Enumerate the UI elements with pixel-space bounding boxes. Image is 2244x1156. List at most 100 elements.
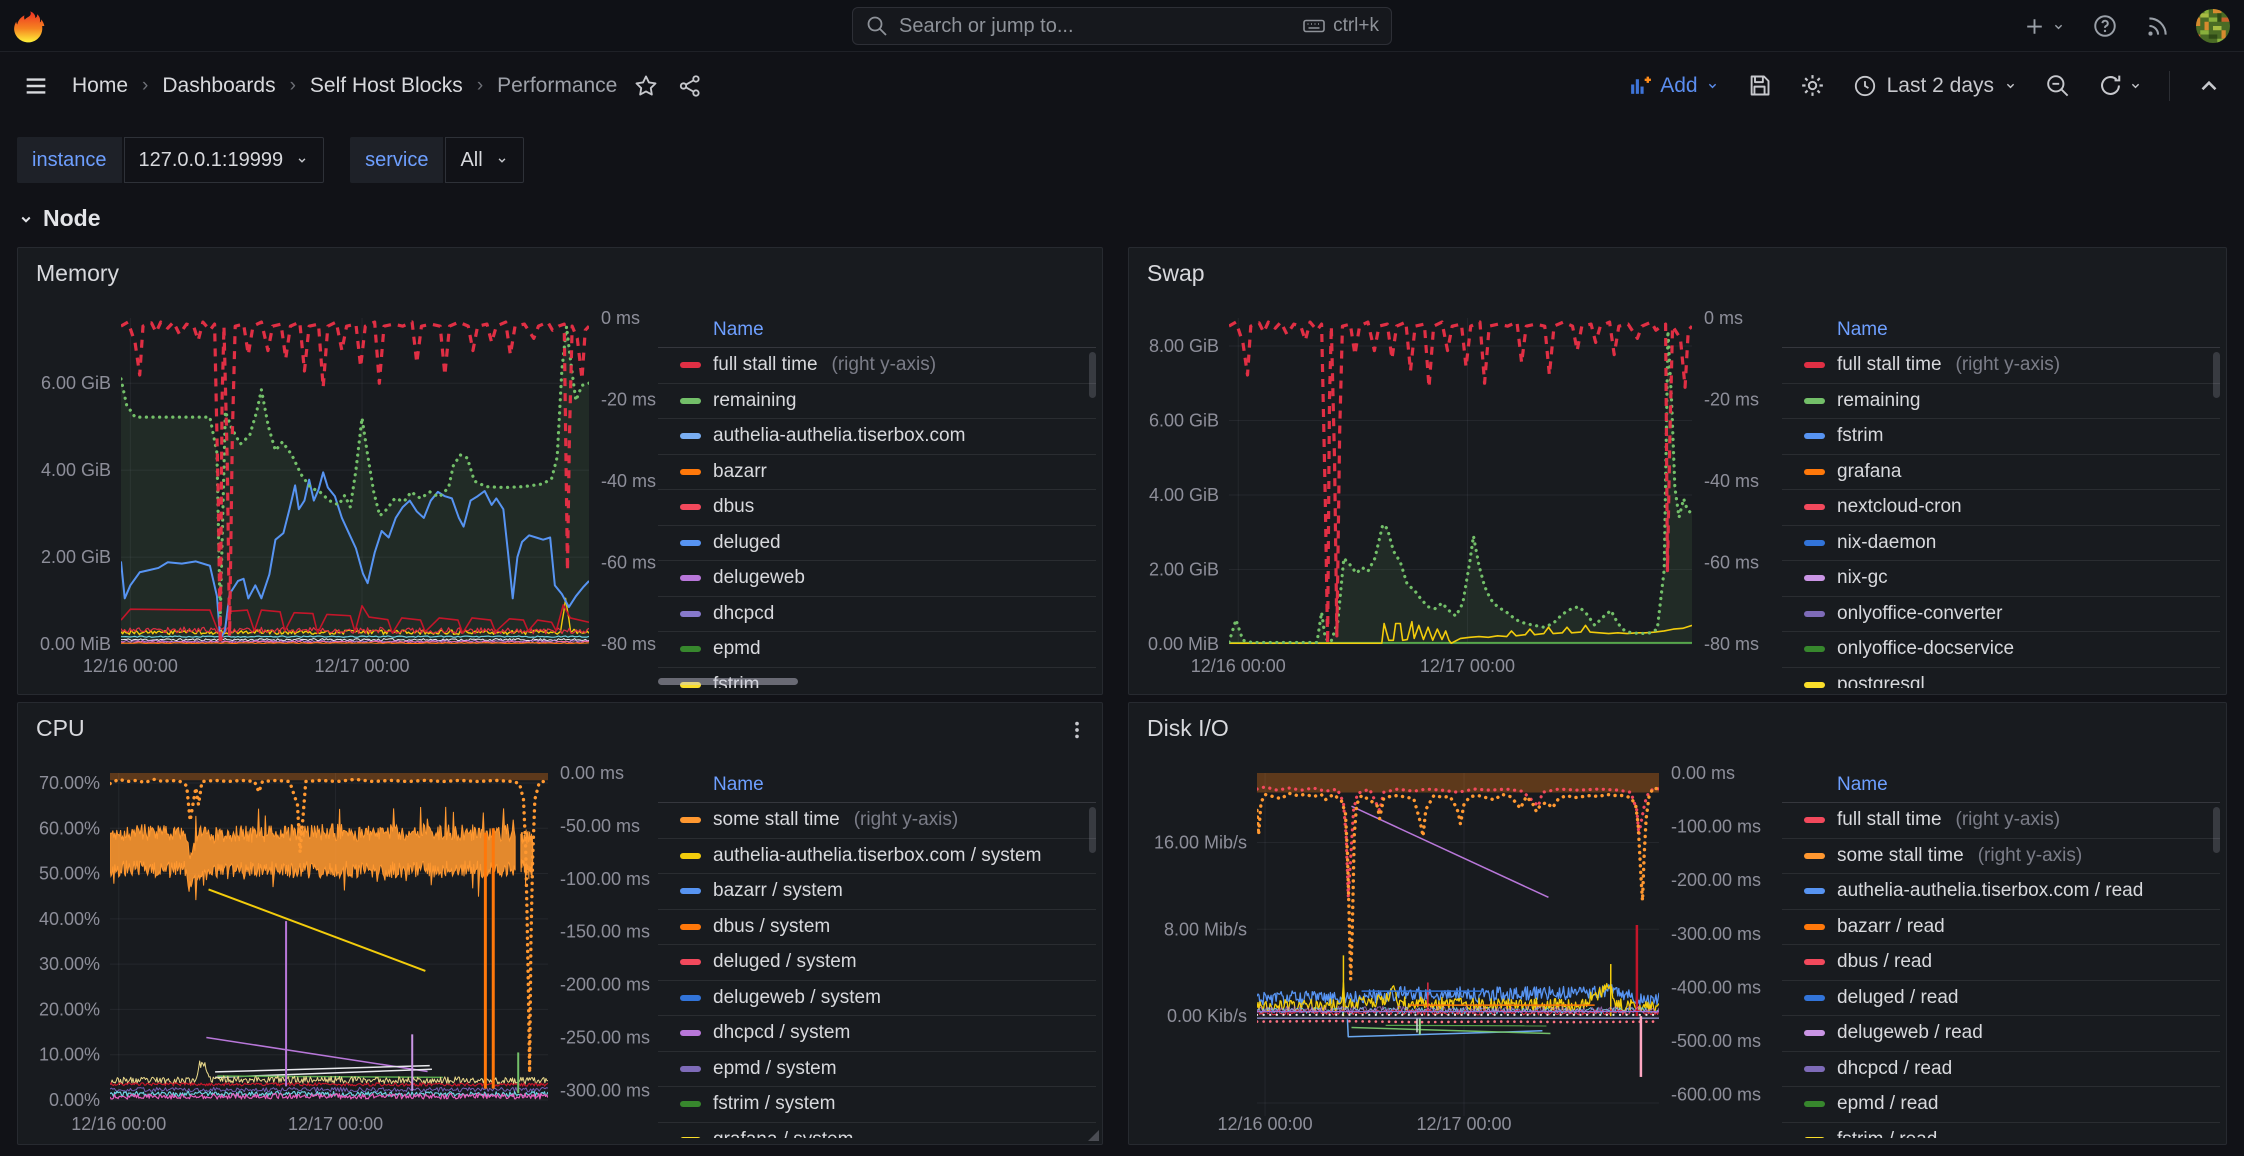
svg-text:40.00%: 40.00% (39, 909, 100, 929)
legend-item[interactable]: some stall time(right y-axis) (1782, 839, 2220, 875)
legend-item-axis-note: (right y-axis) (1956, 809, 2061, 831)
svg-text:12/17 00:00: 12/17 00:00 (1420, 656, 1515, 676)
legend-item[interactable]: deluged (658, 526, 1096, 562)
legend-item-label: delugeweb / read (1837, 1022, 1983, 1044)
legend-item-label: authelia-authelia.tiserbox.com (713, 425, 965, 447)
legend-item[interactable]: epmd / system (658, 1052, 1096, 1088)
add-button[interactable]: Add (1628, 73, 1719, 98)
legend-item[interactable]: nix-gc (1782, 561, 2220, 597)
legend-item[interactable]: delugeweb / system (658, 981, 1096, 1017)
panel-menu-kebab-icon[interactable] (1066, 719, 1088, 741)
breadcrumb-dashboards[interactable]: Dashboards (162, 74, 275, 98)
cpu-chart[interactable]: 70.00%60.00%50.00%40.00%30.00%20.00%10.0… (18, 703, 656, 1145)
legend-item[interactable]: remaining (1782, 384, 2220, 420)
legend-item[interactable]: some stall time(right y-axis) (658, 803, 1096, 839)
legend-item[interactable]: deluged / system (658, 945, 1096, 981)
series-color-marker (1804, 853, 1825, 859)
legend-item[interactable]: delugeweb (658, 561, 1096, 597)
save-icon[interactable] (1746, 72, 1773, 99)
breadcrumb-separator: › (290, 75, 296, 97)
legend-item[interactable]: grafana (1782, 455, 2220, 491)
legend-item[interactable]: remaining (658, 384, 1096, 420)
legend-item[interactable]: fstrim (1782, 419, 2220, 455)
legend-item[interactable]: authelia-authelia.tiserbox.com (658, 419, 1096, 455)
share-icon[interactable] (677, 73, 703, 99)
legend-item[interactable]: onlyoffice-docservice (1782, 632, 2220, 668)
variable-service: service All (350, 137, 524, 183)
legend-item[interactable]: dbus / system (658, 910, 1096, 946)
legend-body: full stall time(right y-axis)remainingfs… (1782, 348, 2220, 688)
legend-item[interactable]: authelia-authelia.tiserbox.com / system (658, 839, 1096, 875)
legend-item[interactable]: epmd (658, 632, 1096, 668)
panel-resize-handle[interactable] (1088, 1130, 1099, 1141)
legend-vertical-scrollbar[interactable] (2213, 807, 2220, 853)
svg-text:10.00%: 10.00% (39, 1045, 100, 1065)
legend: Name full stall time(right y-axis)remain… (658, 312, 1096, 688)
legend-item[interactable]: fstrim / system (658, 1087, 1096, 1123)
legend-item[interactable]: dhcpcd / system (658, 1016, 1096, 1052)
legend-item[interactable]: bazarr / system (658, 874, 1096, 910)
help-button[interactable] (2092, 13, 2118, 39)
legend-item-axis-note: (right y-axis) (832, 354, 937, 376)
search-icon (865, 14, 889, 38)
legend-item[interactable]: onlyoffice-converter (1782, 597, 2220, 633)
legend-vertical-scrollbar[interactable] (1089, 807, 1096, 853)
svg-text:-600.00 ms: -600.00 ms (1671, 1085, 1761, 1105)
clock-icon (1852, 73, 1878, 99)
variable-instance-value[interactable]: 127.0.0.1:19999 (124, 137, 325, 183)
svg-text:0.00%: 0.00% (49, 1090, 100, 1110)
breadcrumb-home[interactable]: Home (72, 74, 128, 98)
legend-item[interactable]: dhcpcd (658, 597, 1096, 633)
top-bar: ctrl+k (0, 0, 2244, 52)
user-avatar[interactable] (2196, 9, 2230, 43)
legend-item[interactable]: authelia-authelia.tiserbox.com / read (1782, 874, 2220, 910)
refresh-button[interactable] (2097, 72, 2143, 99)
legend-vertical-scrollbar[interactable] (1089, 352, 1096, 398)
legend-vertical-scrollbar[interactable] (2213, 352, 2220, 398)
variable-service-label[interactable]: service (350, 137, 443, 183)
variable-instance-label[interactable]: instance (17, 137, 122, 183)
star-icon[interactable] (633, 73, 659, 99)
menu-icon[interactable] (22, 72, 50, 100)
settings-gear-icon[interactable] (1799, 72, 1826, 99)
time-range-picker[interactable]: Last 2 days (1852, 73, 2018, 99)
legend-item-label: nextcloud-cron (1837, 496, 1962, 518)
legend-item[interactable]: fstrim / read (1782, 1123, 2220, 1139)
legend-item[interactable]: nextcloud-cron (1782, 490, 2220, 526)
legend-item[interactable]: dhcpcd / read (1782, 1052, 2220, 1088)
legend-body: full stall time(right y-axis)remaining au… (658, 348, 1096, 688)
legend-horizontal-scrollbar[interactable] (658, 678, 798, 685)
legend-item[interactable]: full stall time(right y-axis) (1782, 803, 2220, 839)
search-input[interactable] (899, 15, 1292, 38)
series-color-marker (1804, 1066, 1825, 1072)
grafana-logo-icon[interactable] (10, 7, 48, 45)
variable-service-value[interactable]: All (445, 137, 523, 183)
legend-item[interactable]: delugeweb / read (1782, 1016, 2220, 1052)
collapse-toolbar-icon[interactable] (2196, 73, 2222, 99)
legend-item[interactable]: dbus / read (1782, 945, 2220, 981)
legend-item[interactable]: bazarr / read (1782, 910, 2220, 946)
legend-item[interactable]: epmd / read (1782, 1087, 2220, 1123)
legend-item[interactable]: nix-daemon (1782, 526, 2220, 562)
breadcrumb-self-host-blocks[interactable]: Self Host Blocks (310, 74, 463, 98)
chevron-down-icon (1705, 78, 1720, 93)
swap-chart[interactable]: 8.00 GiB6.00 GiB4.00 GiB2.00 GiB0.00 MiB… (1129, 248, 1767, 695)
legend-item-label: bazarr (713, 461, 767, 483)
svg-text:12/17 00:00: 12/17 00:00 (1416, 1114, 1511, 1134)
legend-item[interactable]: bazarr (658, 455, 1096, 491)
zoom-out-icon[interactable] (2044, 72, 2071, 99)
disk-io-chart[interactable]: 16.00 Mib/s8.00 Mib/s0.00 Kib/s0.00 ms-1… (1129, 703, 1763, 1145)
series-color-marker (680, 995, 701, 1001)
legend-item[interactable]: grafana / system (658, 1123, 1096, 1139)
legend-item-label: postgresql (1837, 674, 1925, 688)
legend-item[interactable]: full stall time(right y-axis) (658, 348, 1096, 384)
legend-item[interactable]: postgresql (1782, 668, 2220, 689)
section-node[interactable]: Node (17, 205, 2227, 232)
legend-item[interactable]: deluged / read (1782, 981, 2220, 1017)
new-button[interactable] (2022, 14, 2066, 39)
legend-item[interactable]: full stall time(right y-axis) (1782, 348, 2220, 384)
global-search[interactable]: ctrl+k (852, 7, 1392, 45)
legend-item[interactable]: dbus (658, 490, 1096, 526)
news-rss-button[interactable] (2144, 13, 2170, 39)
memory-chart[interactable]: 6.00 GiB4.00 GiB2.00 GiB0.00 MiB0 ms-20 … (18, 248, 658, 695)
